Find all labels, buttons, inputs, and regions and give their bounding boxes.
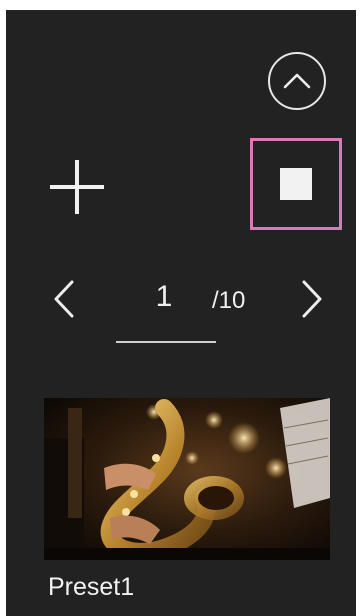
chevron-up-icon — [283, 73, 311, 89]
current-page-number[interactable]: 1 — [144, 280, 184, 314]
add-preset-button[interactable] — [46, 156, 108, 218]
preset-thumbnail[interactable] — [44, 398, 330, 560]
plus-icon — [50, 160, 104, 214]
collapse-button[interactable] — [268, 52, 326, 110]
saxophone-photo — [44, 398, 330, 560]
chevron-right-icon — [302, 280, 322, 318]
chevron-left-icon — [54, 280, 74, 318]
preset-panel: 1 /10 Preset1 — [6, 10, 356, 616]
total-pages: /10 — [212, 287, 246, 314]
previous-page-button[interactable] — [50, 278, 80, 320]
next-page-button[interactable] — [296, 278, 326, 320]
page-input-underline — [116, 341, 216, 343]
stop-button-highlight[interactable] — [250, 138, 342, 230]
stop-square-icon — [280, 168, 312, 200]
preset-name-label: Preset1 — [48, 573, 135, 601]
